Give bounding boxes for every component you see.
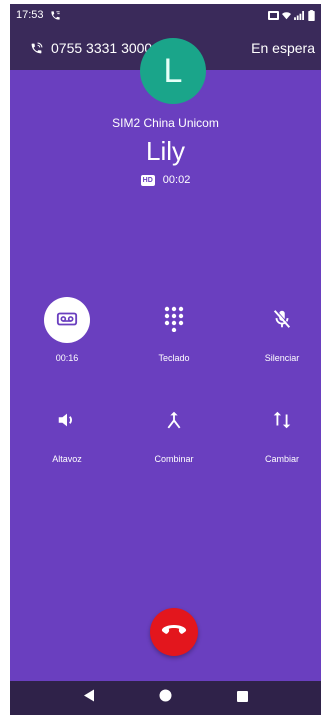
swap-calls-button[interactable]: Cambiar: [242, 398, 321, 464]
call-duration: 00:02: [162, 174, 191, 186]
nav-home-button[interactable]: [151, 683, 181, 713]
call-number: 0755 3331 3000: [51, 40, 153, 56]
mute-button[interactable]: Silenciar: [242, 297, 321, 363]
caller-name: Lily: [145, 136, 185, 166]
end-call-button[interactable]: [150, 608, 198, 656]
nav-back-button[interactable]: [74, 683, 104, 713]
hd-badge-icon: HD: [140, 174, 155, 186]
dialpad-icon: [163, 306, 185, 334]
hd-voice-status-icon: [268, 10, 279, 20]
merge-calls-label: Combinar: [154, 454, 194, 464]
hold-status-label: En espera: [251, 40, 315, 56]
recents-square-icon: [237, 689, 248, 707]
phone-call-status-icon: [50, 10, 61, 21]
speaker-label: Altavoz: [52, 454, 82, 464]
speaker-button[interactable]: Altavoz: [27, 398, 107, 464]
keypad-button[interactable]: Teclado: [134, 297, 214, 363]
nav-recents-button[interactable]: [228, 683, 258, 713]
merge-calls-button[interactable]: Combinar: [134, 398, 214, 464]
swap-arrows-icon: [271, 409, 293, 433]
home-circle-icon: [159, 689, 172, 707]
sim-label: SIM2 China Unicom: [112, 116, 219, 130]
call-timer-row: HD 00:02: [10, 174, 321, 186]
merge-arrows-icon: [163, 409, 185, 433]
wifi-icon: [282, 11, 291, 20]
navigation-bar: [10, 681, 321, 715]
keypad-label: Teclado: [158, 353, 190, 363]
mic-off-icon: [271, 307, 293, 333]
status-time: 17:53: [16, 9, 44, 21]
record-call-button[interactable]: 00:16: [27, 297, 107, 363]
record-call-label: 00:16: [55, 353, 79, 363]
call-end-icon: [161, 623, 187, 642]
speaker-volume-icon: [56, 409, 78, 433]
swap-calls-label: Cambiar: [264, 454, 299, 464]
avatar-letter: L: [163, 51, 183, 90]
signal-icon: [294, 10, 305, 20]
status-bar: 17:53: [10, 4, 321, 26]
mute-label: Silenciar: [264, 353, 300, 363]
phone-in-talk-icon: [30, 42, 43, 55]
voicemail-record-icon: [56, 308, 78, 332]
contact-avatar: L: [140, 38, 206, 104]
battery-icon: [308, 9, 315, 21]
back-triangle-icon: [83, 689, 95, 707]
in-call-screen: 17:53 0755 3331 3000 En espera L SIM2 Ch…: [10, 4, 321, 715]
